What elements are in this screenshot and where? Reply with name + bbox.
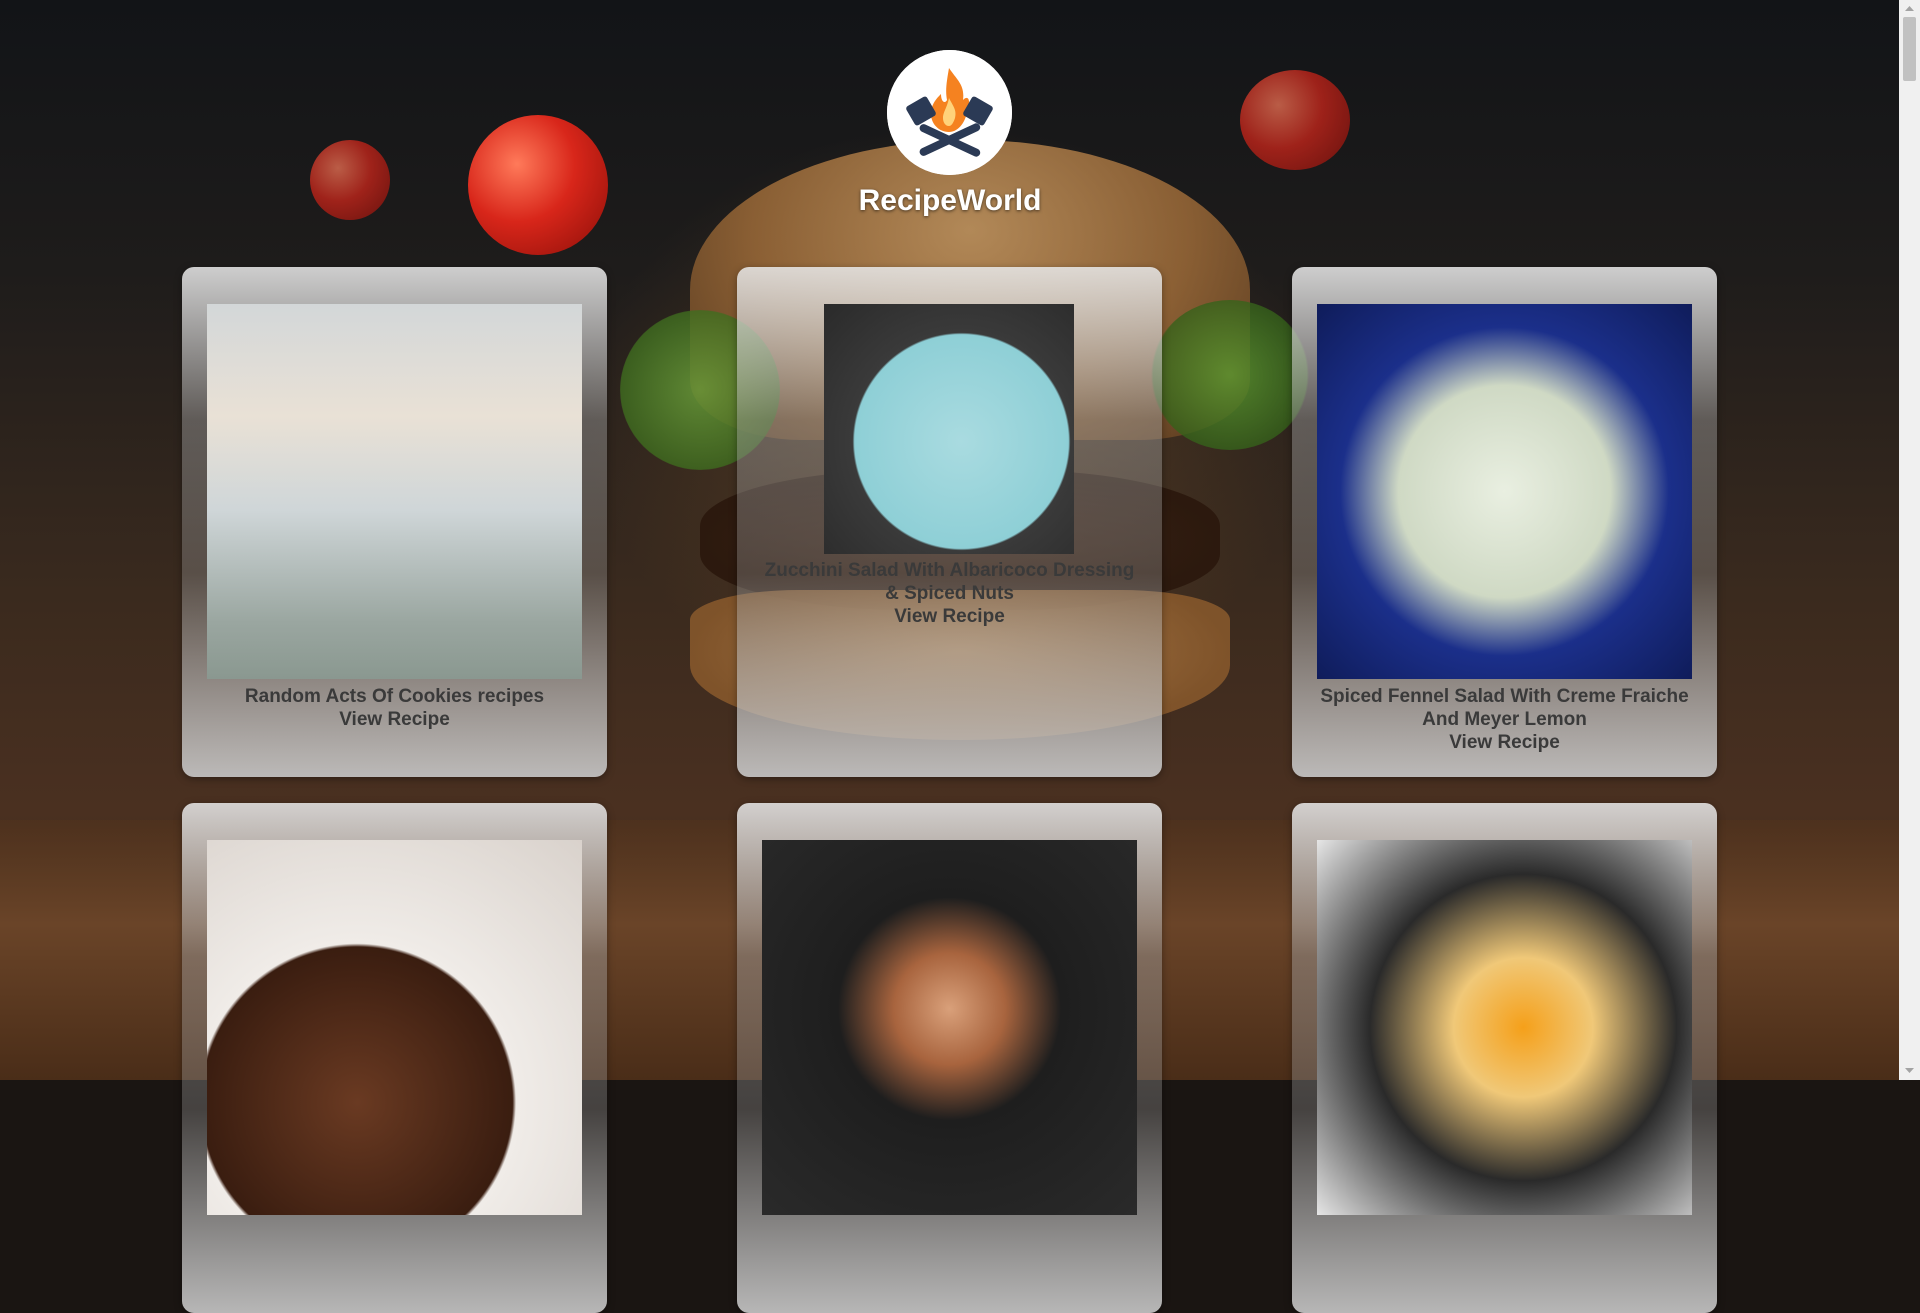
recipe-card[interactable] [737,803,1162,1313]
recipe-image[interactable] [207,304,582,679]
recipe-card[interactable]: Zucchini Salad With Albaricoco Dressing … [737,267,1162,777]
recipe-title-block: Spiced Fennel Salad With Creme Fraiche A… [1312,685,1697,754]
view-recipe-link[interactable]: View Recipe [1312,731,1697,754]
tomato-right [1240,70,1350,170]
view-recipe-link[interactable]: View Recipe [202,708,587,731]
logo[interactable] [887,50,1012,175]
recipe-title: Random Acts Of Cookies recipes [244,686,545,707]
scrollbar-thumb[interactable] [1903,17,1916,81]
flame-spatula-logo-icon [887,50,1012,175]
recipe-card[interactable] [1292,803,1717,1313]
recipe-image[interactable] [207,840,582,1215]
scroll-up-arrow-icon[interactable] [1903,3,1916,13]
recipe-image[interactable] [824,304,1074,554]
recipe-image[interactable] [762,840,1137,1215]
recipe-title-block: Zucchini Salad With Albaricoco Dressing … [757,559,1142,628]
vertical-scrollbar[interactable] [1899,0,1920,1080]
recipe-title-block: Random Acts Of Cookies recipes View Reci… [202,685,587,731]
recipe-card[interactable]: Random Acts Of Cookies recipes View Reci… [182,267,607,777]
brand-title[interactable]: RecipeWorld [760,184,1140,218]
lettuce-right [1150,300,1310,450]
recipe-card[interactable]: Spiced Fennel Salad With Creme Fraiche A… [1292,267,1717,777]
recipe-title: Zucchini Salad With Albaricoco Dressing … [764,560,1135,604]
scroll-down-arrow-icon[interactable] [1903,1066,1916,1076]
recipe-title: Spiced Fennel Salad With Creme Fraiche A… [1320,686,1689,730]
recipe-image[interactable] [1317,304,1692,679]
tomato-left [468,115,608,255]
recipe-card[interactable] [182,803,607,1313]
view-recipe-link[interactable]: View Recipe [757,605,1142,628]
recipe-image[interactable] [1317,840,1692,1215]
tomato-small [310,140,390,220]
